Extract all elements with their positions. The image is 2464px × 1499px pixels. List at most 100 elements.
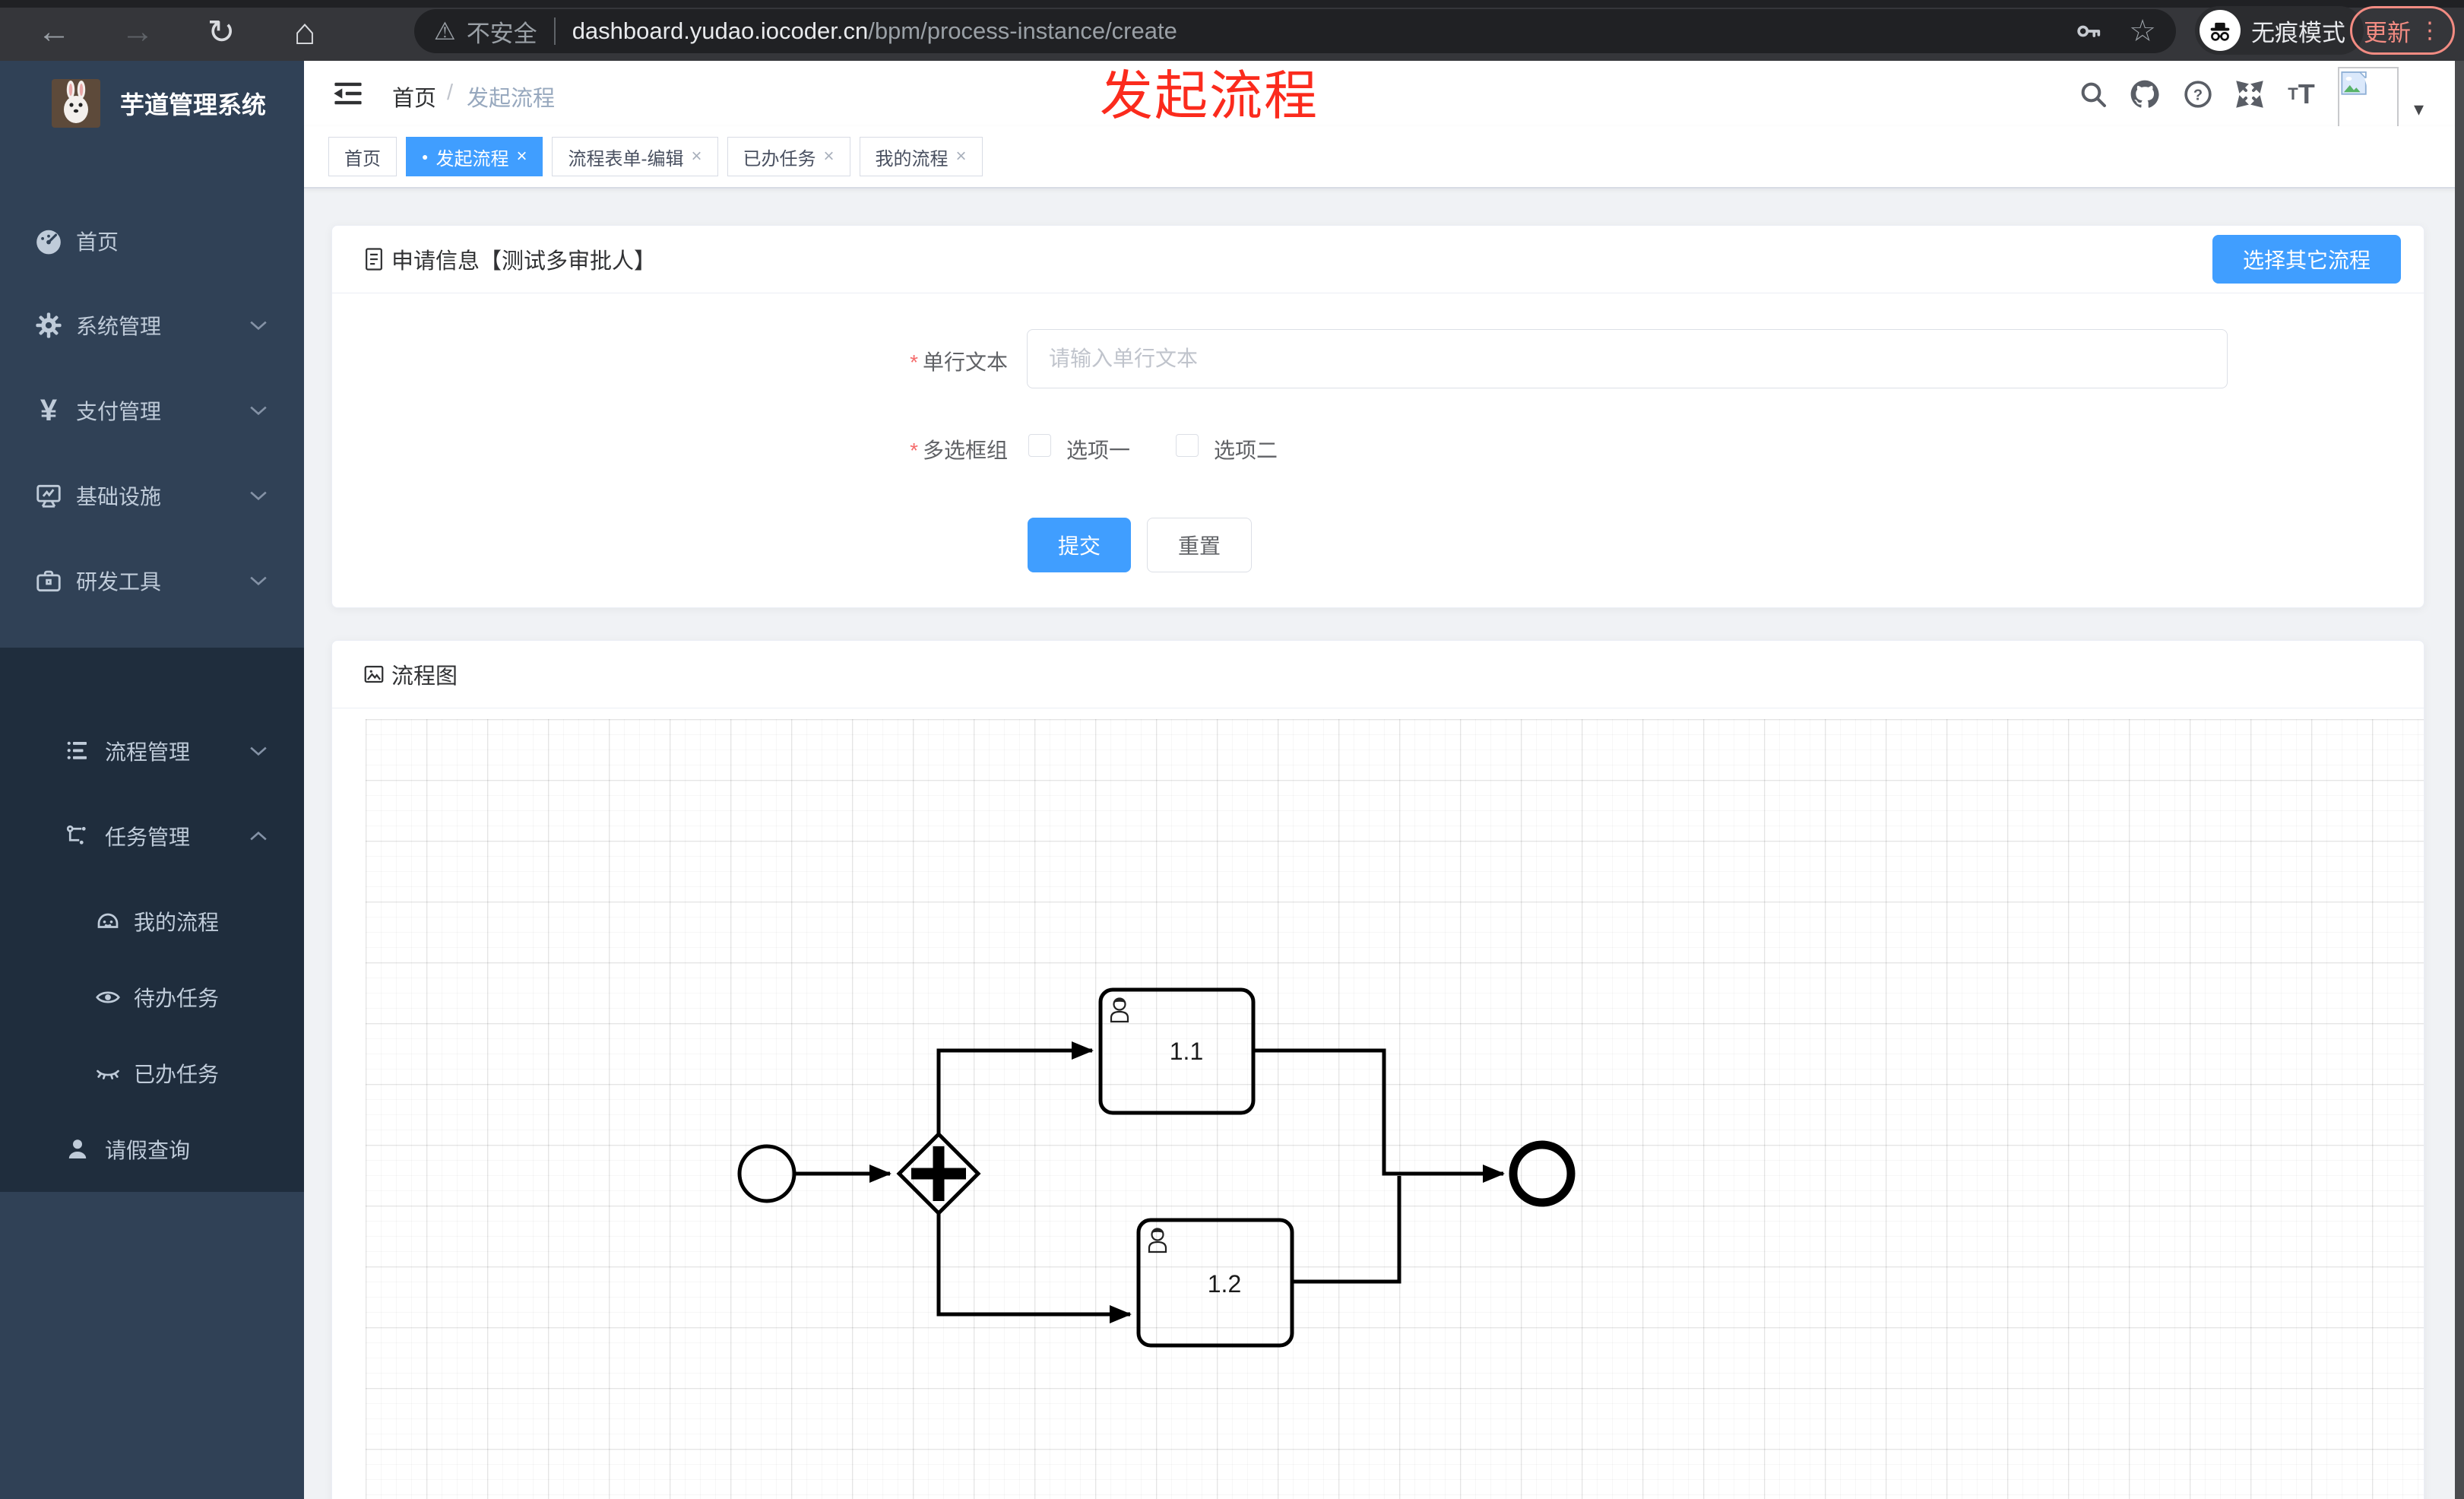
annotation-title: 发起流程 bbox=[1100, 66, 1319, 125]
text-field-label: * 单行文本 bbox=[689, 346, 1008, 376]
submit-button[interactable]: 提交 bbox=[1028, 518, 1131, 572]
sidebar-item-process-mgmt[interactable]: 流程管理 bbox=[0, 708, 304, 794]
sidebar-item-label: 支付管理 bbox=[76, 400, 162, 423]
bpmn-canvas[interactable]: 1.1 1.2 bbox=[332, 708, 2424, 1499]
tab-label: 首页 bbox=[344, 148, 381, 170]
process-diagram-card: 流程图 bbox=[331, 640, 2424, 1499]
sidebar-item-devtools[interactable]: 研发工具 bbox=[0, 538, 304, 623]
font-size-small-glyph: T bbox=[2288, 84, 2298, 103]
person-icon bbox=[62, 1134, 93, 1165]
app-logo-row[interactable]: 芋道管理系统 bbox=[0, 73, 304, 134]
chevron-down-icon bbox=[249, 490, 268, 501]
checkbox-option-2-label[interactable]: 选项二 bbox=[1214, 434, 1278, 464]
browser-forward-button[interactable]: → bbox=[111, 8, 164, 56]
checkbox-option-1[interactable] bbox=[1028, 434, 1051, 457]
browser-back-button[interactable]: ← bbox=[27, 8, 81, 56]
eye-closed-icon bbox=[93, 1058, 123, 1089]
reset-button[interactable]: 重置 bbox=[1147, 518, 1252, 572]
tree-icon bbox=[62, 821, 93, 851]
sidebar-item-label: 系统管理 bbox=[76, 315, 162, 338]
app-header: 首页 / 发起流程 ? TT ▾ bbox=[304, 61, 2464, 128]
broken-image-icon bbox=[2341, 71, 2373, 100]
sidebar-item-infra[interactable]: 基础设施 bbox=[0, 453, 304, 538]
browser-menu-icon[interactable]: ⋮ bbox=[2418, 17, 2441, 44]
required-asterisk: * bbox=[910, 350, 918, 374]
sidebar-item-todo-tasks[interactable]: 待办任务 bbox=[0, 955, 304, 1040]
list-icon bbox=[62, 736, 93, 766]
github-icon[interactable] bbox=[2128, 78, 2162, 111]
sidebar-item-payment[interactable]: ¥ 支付管理 bbox=[0, 368, 304, 453]
browser-update-button[interactable]: 更新 ⋮ bbox=[2350, 6, 2455, 55]
field-label-text: 多选框组 bbox=[922, 439, 1008, 462]
fullscreen-icon[interactable] bbox=[2233, 78, 2266, 111]
tab-label: 流程表单-编辑 bbox=[568, 148, 684, 170]
incognito-label: 无痕模式 bbox=[2251, 19, 2345, 46]
breadcrumb-home[interactable]: 首页 bbox=[392, 81, 436, 113]
sidebar-item-my-process[interactable]: 我的流程 bbox=[0, 879, 304, 964]
search-icon[interactable] bbox=[2076, 78, 2110, 111]
key-icon[interactable] bbox=[2076, 18, 2101, 44]
sidebar-item-label: 待办任务 bbox=[134, 987, 220, 1010]
tab-close-icon[interactable]: × bbox=[956, 146, 967, 167]
active-dot-icon: ● bbox=[422, 151, 429, 163]
tab-close-icon[interactable]: × bbox=[691, 146, 702, 167]
app-title: 芋道管理系统 bbox=[120, 91, 267, 119]
address-bar-divider bbox=[553, 17, 556, 45]
breadcrumb-current: 发起流程 bbox=[467, 87, 556, 111]
browser-reload-button[interactable]: ↻ bbox=[195, 8, 248, 56]
browser-home-button[interactable]: ⌂ bbox=[278, 8, 331, 56]
sidebar: 芋道管理系统 首页 系统管理 ¥ 支付管理 基础设施 研发工具 流程管理 任务管… bbox=[0, 61, 304, 1499]
sidebar-item-home[interactable]: 首页 bbox=[0, 198, 304, 284]
chevron-up-icon bbox=[249, 831, 268, 841]
page-scrollbar[interactable] bbox=[2455, 61, 2464, 1499]
tab-my-process[interactable]: 我的流程 × bbox=[859, 137, 983, 176]
tab-label: 已办任务 bbox=[743, 148, 816, 170]
process-diagram-header: 流程图 bbox=[332, 641, 2424, 708]
incognito-icon bbox=[2200, 10, 2241, 51]
chevron-down-icon bbox=[249, 746, 268, 756]
update-label: 更新 bbox=[2364, 19, 2411, 46]
app-logo bbox=[52, 79, 100, 128]
sidebar-collapse-button[interactable] bbox=[331, 78, 365, 109]
apply-info-title: 申请信息【测试多审批人】 bbox=[391, 249, 657, 274]
required-asterisk: * bbox=[910, 439, 918, 462]
tab-close-icon[interactable]: × bbox=[824, 146, 835, 167]
tab-form-edit[interactable]: 流程表单-编辑 × bbox=[552, 137, 718, 176]
picture-icon bbox=[364, 665, 384, 683]
sidebar-item-task-mgmt[interactable]: 任务管理 bbox=[0, 794, 304, 879]
tab-close-icon[interactable]: × bbox=[516, 146, 527, 167]
yen-icon: ¥ bbox=[40, 393, 58, 427]
monitor-icon bbox=[33, 480, 64, 511]
bookmark-star-icon[interactable]: ☆ bbox=[2129, 16, 2156, 46]
page: ← → ↻ ⌂ ⚠ 不安全 dashboard.yudao.iocoder.cn… bbox=[0, 0, 2464, 1499]
chevron-down-icon bbox=[249, 575, 268, 586]
single-line-text-input[interactable] bbox=[1027, 329, 2228, 388]
sidebar-item-label: 请假查询 bbox=[105, 1139, 191, 1162]
checkbox-option-1-label[interactable]: 选项一 bbox=[1066, 434, 1130, 464]
process-diagram-title: 流程图 bbox=[391, 664, 458, 689]
select-other-process-button[interactable]: 选择其它流程 bbox=[2212, 235, 2401, 284]
avatar[interactable] bbox=[2338, 67, 2399, 128]
sidebar-item-label: 流程管理 bbox=[105, 740, 191, 764]
tab-start-process[interactable]: ● 发起流程 × bbox=[406, 137, 543, 176]
svg-text:?: ? bbox=[2193, 87, 2203, 104]
help-icon[interactable]: ? bbox=[2181, 78, 2215, 111]
sidebar-item-leave-query[interactable]: 请假查询 bbox=[0, 1107, 304, 1192]
tab-home[interactable]: 首页 bbox=[328, 137, 397, 176]
address-bar[interactable]: ⚠ 不安全 dashboard.yudao.iocoder.cn /bpm/pr… bbox=[414, 9, 2176, 53]
sidebar-item-label: 任务管理 bbox=[105, 826, 191, 849]
not-secure-label: 不安全 bbox=[466, 20, 537, 47]
sidebar-item-done-tasks[interactable]: 已办任务 bbox=[0, 1031, 304, 1116]
breadcrumb-separator: / bbox=[447, 81, 454, 105]
sidebar-item-label: 已办任务 bbox=[134, 1063, 220, 1086]
avatar-caret-icon[interactable]: ▾ bbox=[2414, 97, 2424, 121]
checkbox-option-2[interactable] bbox=[1176, 434, 1199, 457]
not-secure-warning-icon[interactable]: ⚠ bbox=[434, 17, 456, 46]
eye-icon bbox=[93, 982, 123, 1013]
sidebar-item-label: 基础设施 bbox=[76, 485, 162, 509]
tab-done-tasks[interactable]: 已办任务 × bbox=[727, 137, 850, 176]
sidebar-item-system[interactable]: 系统管理 bbox=[0, 283, 304, 368]
chevron-down-icon bbox=[249, 405, 268, 416]
font-size-icon[interactable]: TT bbox=[2285, 78, 2318, 111]
dashboard-icon bbox=[33, 226, 64, 256]
